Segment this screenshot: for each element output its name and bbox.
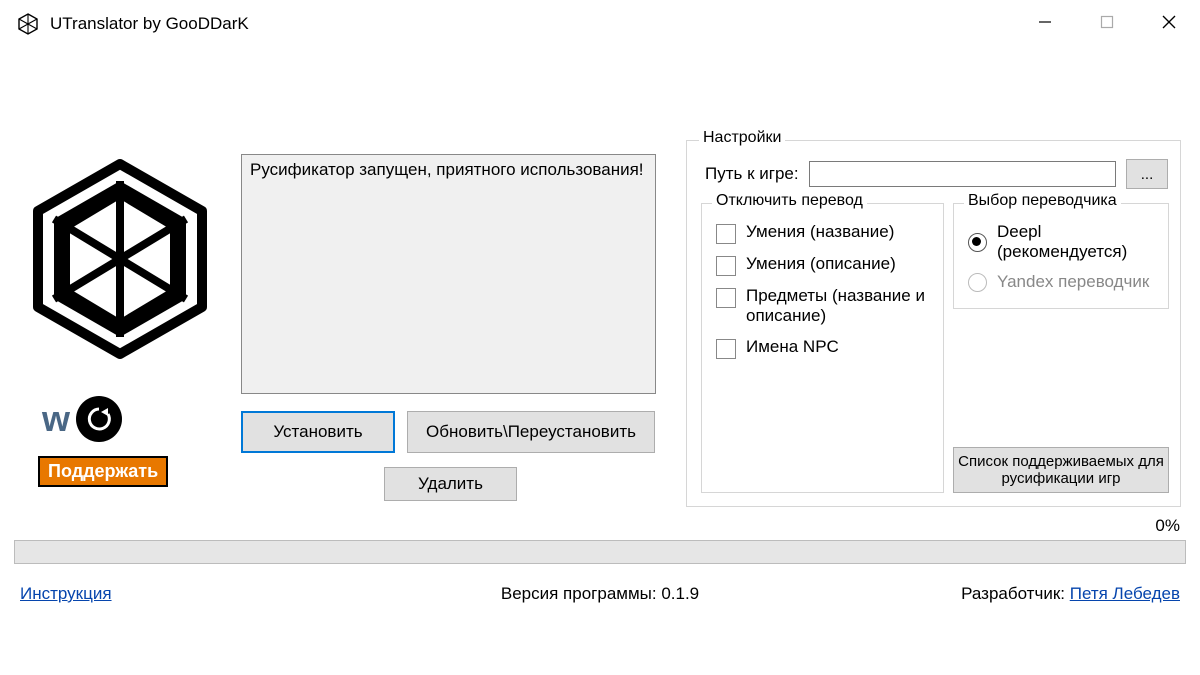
support-button[interactable]: Поддержать: [38, 456, 168, 487]
maximize-button: [1076, 0, 1138, 44]
translator-choice-group: Выбор переводчика Deepl (рекомендуется) …: [953, 203, 1169, 309]
window-controls: [1014, 0, 1200, 44]
settings-group: Настройки Путь к игре: ... Отключить пер…: [686, 140, 1181, 507]
radio-label: Yandex переводчик: [997, 272, 1149, 292]
translator-choice-legend: Выбор переводчика: [964, 192, 1121, 210]
checkbox-skills-desc[interactable]: Умения (описание): [716, 254, 943, 276]
window-root: UTranslator by GooDDarK: [0, 0, 1200, 675]
developer-label: Разработчик:: [961, 584, 1070, 603]
radio-yandex: Yandex переводчик: [968, 272, 1168, 292]
checkbox-npc-names[interactable]: Имена NPC: [716, 337, 943, 359]
game-path-row: Путь к игре: ...: [705, 159, 1168, 189]
update-button[interactable]: Обновить\Переустановить: [407, 411, 655, 453]
radio-label: Deepl (рекомендуется): [997, 222, 1168, 262]
checkbox-icon: [716, 224, 736, 244]
unity-logo: [30, 143, 210, 373]
vk-icon[interactable]: w: [42, 398, 68, 440]
checkbox-label: Умения (описание): [746, 254, 896, 274]
app-icon: [16, 12, 40, 36]
window-title: UTranslator by GooDDarK: [50, 14, 249, 34]
progress-bar: [14, 540, 1186, 564]
checkbox-icon: [716, 288, 736, 308]
developer-link[interactable]: Петя Лебедев: [1070, 584, 1180, 603]
browse-button[interactable]: ...: [1126, 159, 1168, 189]
checkbox-skills-name[interactable]: Умения (название): [716, 222, 943, 244]
install-button[interactable]: Установить: [241, 411, 395, 453]
checkbox-label: Предметы (название и описание): [746, 286, 940, 327]
refresh-icon[interactable]: [76, 396, 122, 442]
social-row: w: [42, 396, 122, 442]
developer-credit: Разработчик: Петя Лебедев: [961, 584, 1180, 604]
checkbox-icon: [716, 256, 736, 276]
supported-games-button[interactable]: Список поддерживаемых для русификации иг…: [953, 447, 1169, 493]
radio-icon: [968, 233, 987, 252]
radio-icon: [968, 273, 987, 292]
checkbox-label: Умения (название): [746, 222, 894, 242]
radio-deepl[interactable]: Deepl (рекомендуется): [968, 222, 1168, 262]
content-area: w Поддержать Русификатор запущен, приятн…: [0, 48, 1200, 675]
checkbox-items[interactable]: Предметы (название и описание): [716, 286, 943, 327]
settings-legend: Настройки: [699, 129, 785, 147]
game-path-label: Путь к игре:: [705, 164, 799, 184]
log-output: Русификатор запущен, приятного использов…: [241, 154, 656, 394]
disable-translation-legend: Отключить перевод: [712, 192, 867, 210]
checkbox-label: Имена NPC: [746, 337, 839, 357]
disable-translation-group: Отключить перевод Умения (название) Умен…: [701, 203, 944, 493]
game-path-input[interactable]: [809, 161, 1116, 187]
checkbox-icon: [716, 339, 736, 359]
close-button[interactable]: [1138, 0, 1200, 44]
delete-button[interactable]: Удалить: [384, 467, 517, 501]
minimize-button[interactable]: [1014, 0, 1076, 44]
titlebar: UTranslator by GooDDarK: [0, 0, 1200, 48]
progress-percent: 0%: [1155, 516, 1180, 536]
